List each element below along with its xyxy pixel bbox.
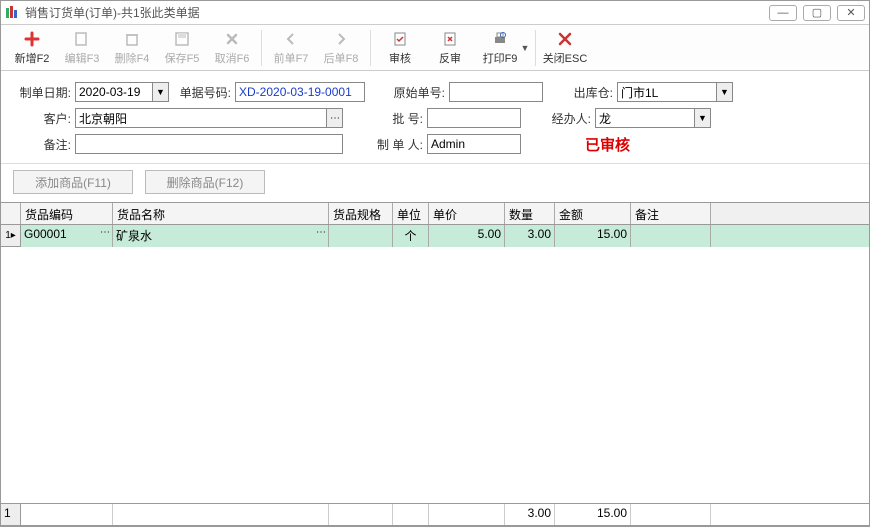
- col-spec[interactable]: 货品规格: [329, 203, 393, 224]
- handler-label: 经办人:: [543, 110, 591, 127]
- toolbar: 新增F2 编辑F3 删除F4 保存F5 取消F6 前单F7 后单F8: [1, 25, 869, 71]
- warehouse-dropdown-icon[interactable]: ▼: [717, 82, 733, 102]
- customer-lookup-icon[interactable]: ⋯: [327, 108, 343, 128]
- date-dropdown-icon[interactable]: ▼: [153, 82, 169, 102]
- undo-doc-icon: [440, 29, 460, 49]
- customer-label: 客户:: [13, 110, 71, 127]
- form-area: 制单日期: ▼ 单据号码: XD-2020-03-19-0001 原始单号: 出…: [1, 71, 869, 164]
- batch-label: 批 号:: [365, 110, 423, 127]
- col-qty[interactable]: 数量: [505, 203, 555, 224]
- cell-amt[interactable]: 15.00: [555, 225, 631, 247]
- audit-button[interactable]: 审核: [375, 27, 425, 69]
- cancel-icon: [222, 29, 242, 49]
- titlebar: 销售订货单(订单)-共1张此类单据 — ▢ ✕: [1, 1, 869, 25]
- save-button[interactable]: 保存F5: [157, 27, 207, 69]
- footer-idx: 1: [1, 504, 21, 525]
- lookup-icon[interactable]: ⋯: [316, 227, 326, 238]
- cell-spec[interactable]: [329, 225, 393, 247]
- cancel-button[interactable]: 取消F6: [207, 27, 257, 69]
- col-price[interactable]: 单价: [429, 203, 505, 224]
- col-unit[interactable]: 单位: [393, 203, 429, 224]
- handler-dropdown-icon[interactable]: ▼: [695, 108, 711, 128]
- handler-select[interactable]: [595, 108, 695, 128]
- cell-qty[interactable]: 3.00: [505, 225, 555, 247]
- minimize-button[interactable]: —: [769, 5, 797, 21]
- prev-button[interactable]: 前单F7: [266, 27, 316, 69]
- footer-qty: 3.00: [505, 504, 555, 525]
- maker-input[interactable]: [427, 134, 521, 154]
- row-indicator: 1▸: [1, 225, 21, 247]
- warehouse-label: 出库仓:: [565, 84, 613, 101]
- add-item-button[interactable]: 添加商品(F11): [13, 170, 133, 194]
- grid-header: 货品编码 货品名称 货品规格 单位 单价 数量 金额 备注: [1, 203, 869, 225]
- arrow-left-icon: [281, 29, 301, 49]
- next-button[interactable]: 后单F8: [316, 27, 366, 69]
- print-button[interactable]: 打印F9: [475, 27, 525, 69]
- cell-unit[interactable]: 个: [393, 225, 429, 247]
- lookup-icon[interactable]: ⋯: [100, 227, 110, 238]
- col-name[interactable]: 货品名称: [113, 203, 329, 224]
- close-icon: [555, 29, 575, 49]
- warehouse-select[interactable]: [617, 82, 717, 102]
- save-icon: [172, 29, 192, 49]
- print-icon: [490, 29, 510, 49]
- unaudit-button[interactable]: 反审: [425, 27, 475, 69]
- col-code[interactable]: 货品编码: [21, 203, 113, 224]
- new-button[interactable]: 新增F2: [7, 27, 57, 69]
- cell-name[interactable]: 矿泉水⋯: [113, 225, 329, 247]
- date-label: 制单日期:: [13, 84, 71, 101]
- orig-input[interactable]: [449, 82, 543, 102]
- customer-input[interactable]: [75, 108, 327, 128]
- grid: 货品编码 货品名称 货品规格 单位 单价 数量 金额 备注 1▸ G00001⋯…: [1, 202, 869, 526]
- cell-price[interactable]: 5.00: [429, 225, 505, 247]
- maker-label: 制 单 人:: [365, 136, 423, 153]
- edit-button[interactable]: 编辑F3: [57, 27, 107, 69]
- edit-icon: [72, 29, 92, 49]
- maximize-button[interactable]: ▢: [803, 5, 831, 21]
- cell-code[interactable]: G00001⋯: [21, 225, 113, 247]
- note-input[interactable]: [75, 134, 343, 154]
- arrow-right-icon: [331, 29, 351, 49]
- delete-item-button[interactable]: 删除商品(F12): [145, 170, 265, 194]
- plus-icon: [22, 29, 42, 49]
- docno-value: XD-2020-03-19-0001: [235, 82, 365, 102]
- close-window-button[interactable]: ✕: [837, 5, 865, 21]
- docno-label: 单据号码:: [173, 84, 231, 101]
- delete-icon: [122, 29, 142, 49]
- footer-amt: 15.00: [555, 504, 631, 525]
- table-row[interactable]: 1▸ G00001⋯ 矿泉水⋯ 个 5.00 3.00 15.00: [1, 225, 869, 247]
- col-note[interactable]: 备注: [631, 203, 711, 224]
- cell-note[interactable]: [631, 225, 711, 247]
- app-icon: [5, 5, 21, 21]
- close-button[interactable]: 关闭ESC: [540, 27, 590, 69]
- delete-button[interactable]: 删除F4: [107, 27, 157, 69]
- batch-input[interactable]: [427, 108, 521, 128]
- print-dropdown-icon[interactable]: ▼: [519, 43, 531, 53]
- date-input[interactable]: [75, 82, 153, 102]
- audit-status: 已审核: [585, 134, 630, 155]
- window-title: 销售订货单(订单)-共1张此类单据: [25, 4, 769, 21]
- check-doc-icon: [390, 29, 410, 49]
- col-amt[interactable]: 金额: [555, 203, 631, 224]
- orig-label: 原始单号:: [387, 84, 445, 101]
- grid-footer: 1 3.00 15.00: [1, 503, 869, 525]
- note-label: 备注:: [13, 136, 71, 153]
